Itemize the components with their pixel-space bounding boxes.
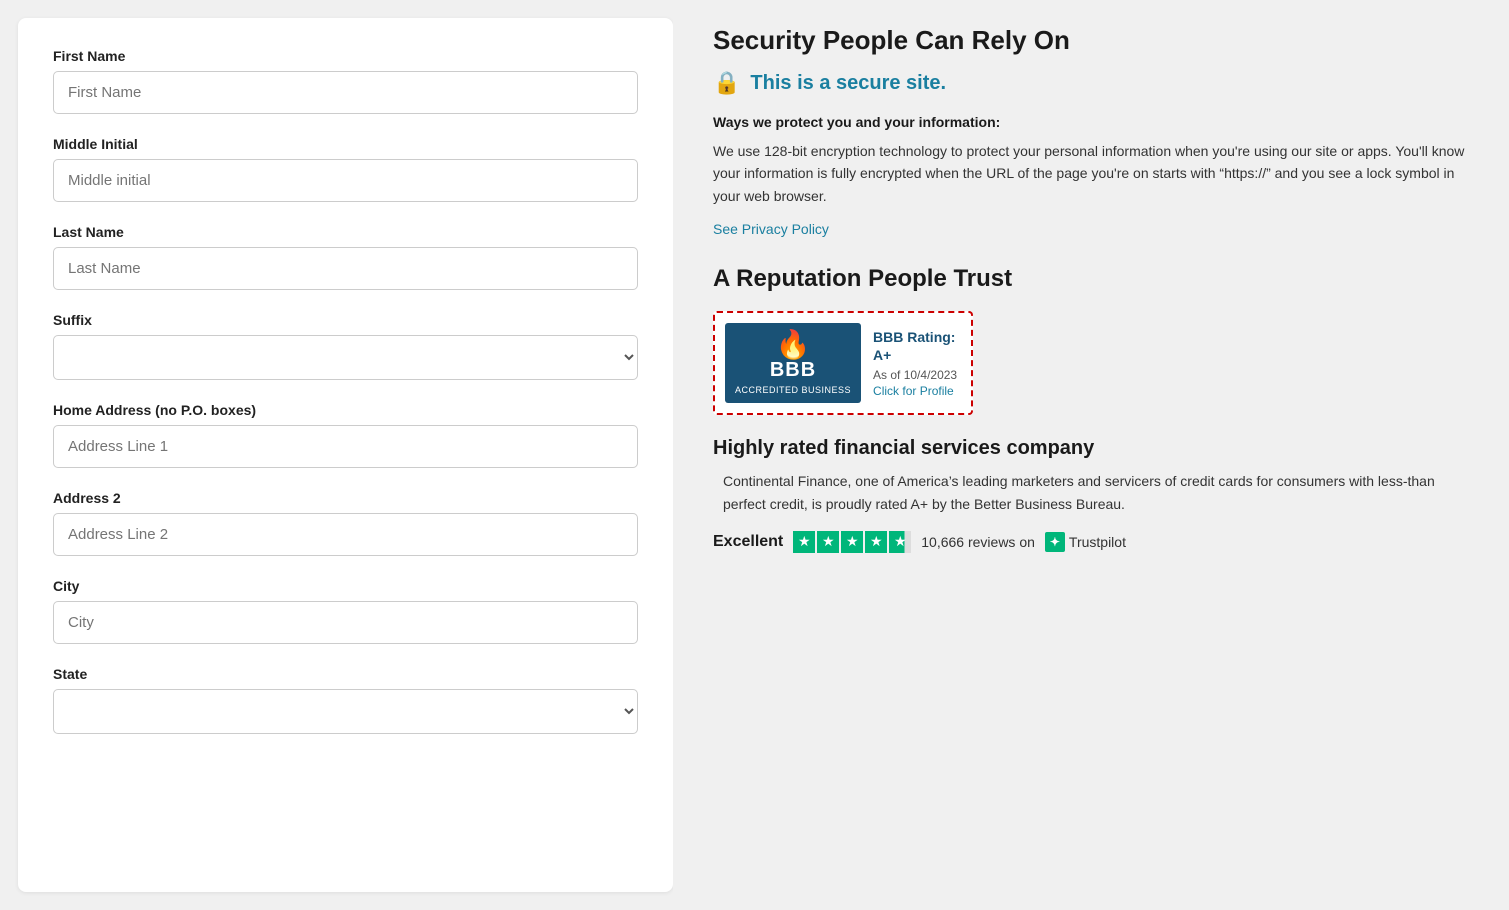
- trustpilot-review-count: 10,666 reviews on: [921, 534, 1035, 550]
- bbb-flame-icon: 🔥: [776, 331, 811, 359]
- bbb-accredited-label: ACCREDITED BUSINESS: [735, 385, 851, 395]
- address2-group: Address 2: [53, 490, 638, 556]
- last-name-input[interactable]: [53, 247, 638, 290]
- trustpilot-stars: ★ ★ ★ ★ ★: [793, 531, 911, 553]
- first-name-group: First Name: [53, 48, 638, 114]
- star-5-half: ★: [889, 531, 911, 553]
- privacy-policy-link[interactable]: See Privacy Policy: [713, 221, 829, 237]
- trustpilot-row: Excellent ★ ★ ★ ★ ★ 10,666 reviews on ✦ …: [713, 531, 1469, 553]
- ways-protect-label: Ways we protect you and your information…: [713, 114, 1469, 130]
- form-panel: First Name Middle Initial Last Name Suff…: [18, 18, 673, 892]
- suffix-group: Suffix Jr. Sr. II III: [53, 312, 638, 380]
- address1-input[interactable]: [53, 425, 638, 468]
- right-panel: Security People Can Rely On 🔒 This is a …: [673, 0, 1509, 910]
- first-name-label: First Name: [53, 48, 638, 64]
- bbb-text: BBB: [770, 359, 816, 382]
- bbb-rating-label: BBB Rating: A+: [873, 328, 961, 364]
- bbb-logo: 🔥 BBB ACCREDITED BUSINESS: [725, 323, 861, 403]
- bbb-badge[interactable]: 🔥 BBB ACCREDITED BUSINESS BBB Rating: A+…: [713, 311, 973, 415]
- highly-rated-title: Highly rated financial services company: [713, 437, 1469, 460]
- city-input[interactable]: [53, 601, 638, 644]
- state-group: State Alabama Alaska Arizona California …: [53, 666, 638, 734]
- star-2: ★: [817, 531, 839, 553]
- secure-site-text: This is a secure site.: [750, 72, 946, 95]
- bbb-rating-area: BBB Rating: A+ As of 10/4/2023 Click for…: [873, 328, 961, 398]
- city-group: City: [53, 578, 638, 644]
- reputation-title: A Reputation People Trust: [713, 265, 1469, 293]
- suffix-label: Suffix: [53, 312, 638, 328]
- trustpilot-logo: ✦ Trustpilot: [1045, 532, 1126, 552]
- home-address-group: Home Address (no P.O. boxes): [53, 402, 638, 468]
- state-label: State: [53, 666, 638, 682]
- address2-label: Address 2: [53, 490, 638, 506]
- star-3: ★: [841, 531, 863, 553]
- middle-initial-label: Middle Initial: [53, 136, 638, 152]
- encryption-description: We use 128-bit encryption technology to …: [713, 140, 1469, 207]
- highly-rated-description: Continental Finance, one of America’s le…: [713, 470, 1469, 515]
- middle-initial-group: Middle Initial: [53, 136, 638, 202]
- security-title: Security People Can Rely On: [713, 25, 1469, 56]
- trustpilot-excellent: Excellent: [713, 533, 783, 551]
- first-name-input[interactable]: [53, 71, 638, 114]
- city-label: City: [53, 578, 638, 594]
- star-1: ★: [793, 531, 815, 553]
- state-select[interactable]: Alabama Alaska Arizona California Texas …: [53, 689, 638, 734]
- bbb-click-profile[interactable]: Click for Profile: [873, 384, 961, 398]
- trustpilot-icon: ✦: [1045, 532, 1065, 552]
- bbb-date: As of 10/4/2023: [873, 368, 961, 382]
- last-name-label: Last Name: [53, 224, 638, 240]
- middle-initial-input[interactable]: [53, 159, 638, 202]
- last-name-group: Last Name: [53, 224, 638, 290]
- star-4: ★: [865, 531, 887, 553]
- lock-icon: 🔒: [713, 70, 740, 96]
- suffix-select[interactable]: Jr. Sr. II III: [53, 335, 638, 380]
- secure-site-row: 🔒 This is a secure site.: [713, 70, 1469, 96]
- address2-input[interactable]: [53, 513, 638, 556]
- home-address-label: Home Address (no P.O. boxes): [53, 402, 638, 418]
- trustpilot-name: Trustpilot: [1069, 534, 1126, 550]
